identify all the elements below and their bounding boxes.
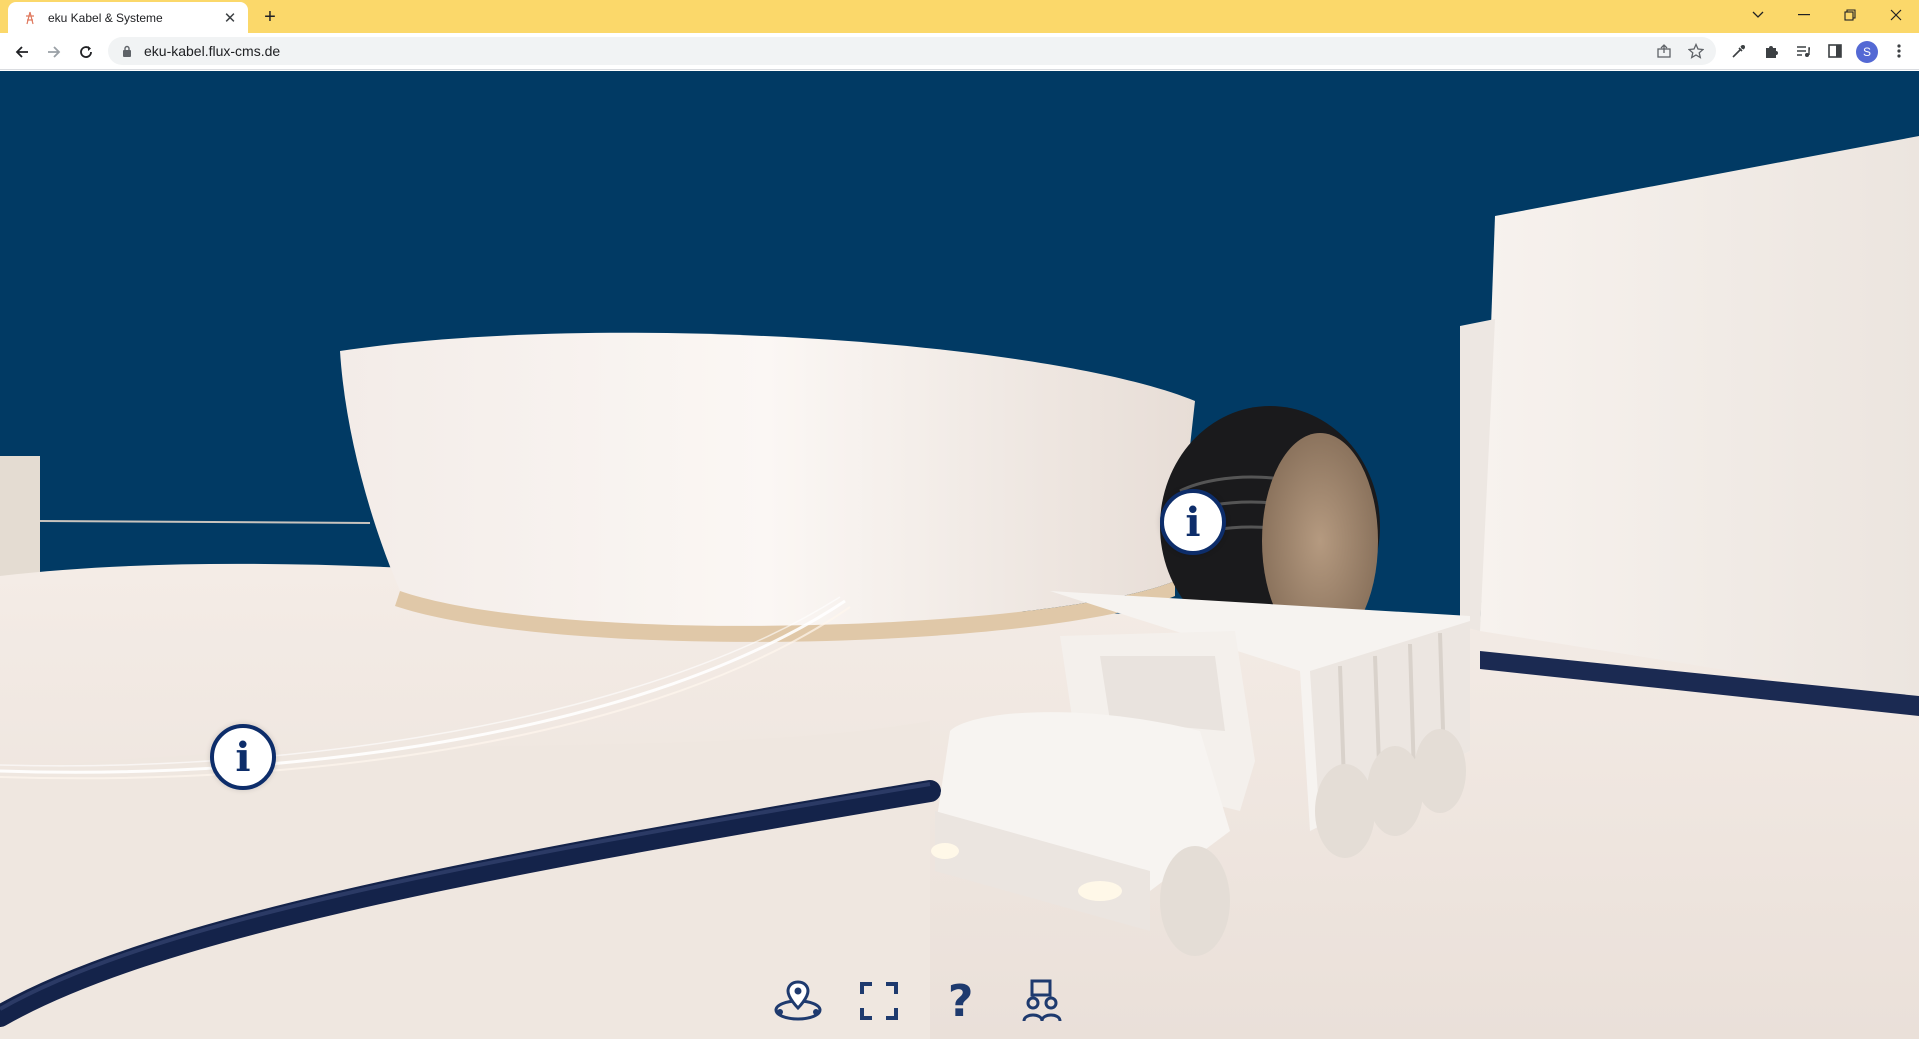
vertical-dots-menu-icon[interactable]	[1886, 38, 1912, 64]
info-icon: i	[235, 733, 251, 781]
help-question-icon[interactable]: ?	[933, 973, 989, 1029]
bowl-building	[340, 332, 1195, 626]
window-controls	[1735, 0, 1919, 29]
address-bar[interactable]: eku-kabel.flux-cms.de	[108, 37, 1716, 65]
browser-toolbar: eku-kabel.flux-cms.de S	[0, 33, 1919, 70]
fullscreen-icon[interactable]	[851, 973, 907, 1029]
url-text: eku-kabel.flux-cms.de	[144, 43, 281, 59]
bookmark-star-icon[interactable]	[1686, 41, 1706, 61]
avatar: S	[1856, 41, 1878, 63]
side-panel-icon[interactable]	[1822, 38, 1848, 64]
location-map-icon[interactable]	[770, 973, 826, 1029]
info-hotspot-truck[interactable]: i	[1160, 489, 1226, 555]
restore-icon[interactable]	[1827, 0, 1873, 29]
scene-control-bar: ?	[770, 971, 1070, 1031]
extension-toolbar: S	[1726, 38, 1912, 64]
info-icon: i	[1185, 498, 1201, 546]
eku-pylon-favicon-icon	[22, 10, 38, 26]
3d-scene-render	[0, 136, 1919, 1039]
lock-icon[interactable]	[120, 44, 134, 58]
browser-tab-strip: eku Kabel & Systeme ✕ +	[0, 0, 1919, 33]
window-close-icon[interactable]	[1873, 0, 1919, 29]
browser-tab[interactable]: eku Kabel & Systeme ✕	[8, 2, 248, 33]
eyedropper-icon[interactable]	[1726, 38, 1752, 64]
reload-icon[interactable]	[72, 38, 100, 66]
contact-people-icon[interactable]	[1014, 973, 1070, 1029]
media-queue-icon[interactable]	[1790, 38, 1816, 64]
forward-arrow-icon[interactable]	[40, 38, 68, 66]
tab-title: eku Kabel & Systeme	[48, 10, 163, 25]
share-icon[interactable]	[1654, 41, 1674, 61]
3d-scene-viewport[interactable]: i i ?	[0, 71, 1919, 1039]
help-label: ?	[947, 975, 974, 1027]
new-tab-plus-icon[interactable]: +	[258, 5, 282, 29]
minimize-icon[interactable]	[1781, 0, 1827, 29]
puzzle-extension-icon[interactable]	[1758, 38, 1784, 64]
back-arrow-icon[interactable]	[8, 38, 36, 66]
tab-close-icon[interactable]: ✕	[220, 8, 240, 28]
right-building	[1480, 136, 1919, 701]
profile-avatar[interactable]: S	[1854, 38, 1880, 64]
tab-search-chevron-down-icon[interactable]	[1735, 0, 1781, 29]
left-block	[0, 456, 40, 576]
info-hotspot-cable[interactable]: i	[210, 724, 276, 790]
